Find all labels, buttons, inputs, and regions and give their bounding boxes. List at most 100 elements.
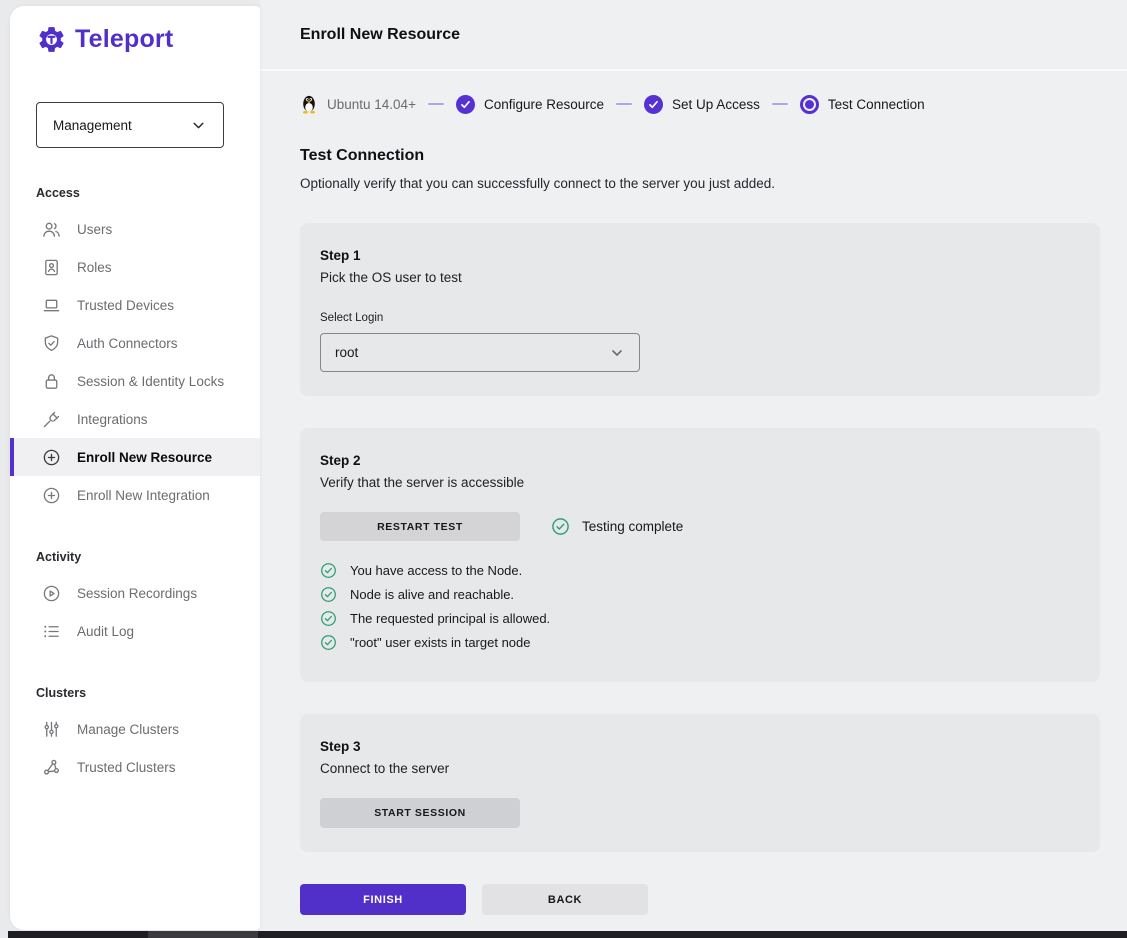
check-item: The requested principal is allowed.	[320, 610, 1080, 627]
sidebar-nav: Access Users Roles Trusted Devices	[10, 186, 260, 786]
management-select-value: Management	[53, 118, 132, 133]
plug-icon	[42, 410, 61, 429]
sidebar-item-trusted-clusters[interactable]: Trusted Clusters	[10, 748, 260, 786]
shield-check-icon	[42, 334, 61, 353]
check-item: Node is alive and reachable.	[320, 586, 1080, 603]
stepper-dash	[616, 103, 632, 105]
sidebar-item-label: Integrations	[77, 412, 148, 427]
check-item: "root" user exists in target node	[320, 634, 1080, 651]
step-done-icon	[644, 95, 663, 114]
back-button[interactable]: BACK	[482, 884, 648, 915]
step3-description: Connect to the server	[320, 761, 1080, 776]
test-status-text: Testing complete	[582, 519, 683, 534]
step1-title: Step 1	[320, 248, 1080, 263]
plus-circle-icon	[42, 448, 61, 467]
test-connection-content: Test Connection Optionally verify that y…	[260, 114, 1127, 915]
stepper-step-test: Test Connection	[828, 97, 925, 112]
sidebar-item-label: Enroll New Resource	[77, 450, 212, 465]
sidebar-item-manage-clusters[interactable]: Manage Clusters	[10, 710, 260, 748]
sidebar: Teleport Management Access Users Roles	[10, 6, 260, 930]
sidebar-item-label: Enroll New Integration	[77, 488, 210, 503]
finish-button[interactable]: FINISH	[300, 884, 466, 915]
step-current-icon	[800, 95, 819, 114]
main-panel: Enroll New Resource Ubuntu 14.04+ Con	[260, 0, 1127, 931]
sidebar-item-label: Audit Log	[77, 624, 134, 639]
start-session-button[interactable]: START SESSION	[320, 798, 520, 828]
laptop-icon	[42, 296, 61, 315]
stepper-step-access: Set Up Access	[672, 97, 760, 112]
stepper-dash	[772, 103, 788, 105]
stepper-dash	[428, 103, 444, 105]
step1-card: Step 1 Pick the OS user to test Select L…	[300, 223, 1100, 396]
restart-test-button[interactable]: RESTART TEST	[320, 512, 520, 541]
network-icon	[42, 758, 61, 777]
chevron-down-icon	[609, 345, 625, 361]
step1-description: Pick the OS user to test	[320, 270, 1080, 285]
login-select-value: root	[335, 345, 358, 360]
test-status: Testing complete	[551, 517, 683, 536]
check-circle-icon	[320, 634, 337, 651]
sidebar-item-label: Trusted Clusters	[77, 760, 176, 775]
login-select[interactable]: root	[320, 333, 640, 372]
step-done-icon	[456, 95, 475, 114]
step3-title: Step 3	[320, 739, 1080, 754]
test-checklist: You have access to the Node. Node is ali…	[320, 562, 1080, 651]
check-item-text: "root" user exists in target node	[350, 635, 531, 650]
sidebar-item-label: Users	[77, 222, 112, 237]
sidebar-item-session-identity-locks[interactable]: Session & Identity Locks	[10, 362, 260, 400]
lock-icon	[42, 372, 61, 391]
step3-card: Step 3 Connect to the server START SESSI…	[300, 714, 1100, 852]
step2-description: Verify that the server is accessible	[320, 475, 1080, 490]
sidebar-item-auth-connectors[interactable]: Auth Connectors	[10, 324, 260, 362]
list-icon	[42, 622, 61, 641]
stepper-resource-label: Ubuntu 14.04+	[327, 97, 416, 112]
stepper-step-configure: Configure Resource	[484, 97, 604, 112]
sliders-icon	[42, 720, 61, 739]
page-title: Test Connection	[300, 147, 1127, 165]
check-item: You have access to the Node.	[320, 562, 1080, 579]
teleport-gear-icon	[36, 24, 67, 55]
step2-card: Step 2 Verify that the server is accessi…	[300, 428, 1100, 682]
sidebar-item-audit-log[interactable]: Audit Log	[10, 612, 260, 650]
sidebar-item-label: Session & Identity Locks	[77, 374, 224, 389]
users-icon	[42, 220, 61, 239]
page-subtitle: Optionally verify that you can successfu…	[300, 176, 1127, 191]
play-circle-icon	[42, 584, 61, 603]
select-login-label: Select Login	[320, 312, 1080, 324]
check-circle-icon	[320, 562, 337, 579]
teleport-logo[interactable]: Teleport	[10, 6, 260, 55]
step2-title: Step 2	[320, 453, 1080, 468]
sidebar-item-label: Manage Clusters	[77, 722, 179, 737]
sidebar-item-label: Session Recordings	[77, 586, 197, 601]
sidebar-item-enroll-new-resource[interactable]: Enroll New Resource	[10, 438, 260, 476]
page-header-title: Enroll New Resource	[300, 26, 460, 44]
plus-circle-icon	[42, 486, 61, 505]
enroll-stepper: Ubuntu 14.04+ Configure Resource Set Up …	[260, 71, 1127, 114]
check-circle-icon	[551, 517, 570, 536]
check-item-text: You have access to the Node.	[350, 563, 522, 578]
check-item-text: Node is alive and reachable.	[350, 587, 514, 602]
sidebar-item-users[interactable]: Users	[10, 210, 260, 248]
sidebar-item-roles[interactable]: Roles	[10, 248, 260, 286]
footer-actions: FINISH BACK	[300, 884, 1127, 915]
window-bottom-edge	[8, 931, 1127, 938]
check-item-text: The requested principal is allowed.	[350, 611, 550, 626]
nav-section-clusters: Clusters	[10, 686, 260, 700]
main-header: Enroll New Resource	[260, 0, 1127, 71]
chevron-down-icon	[190, 117, 207, 134]
management-select[interactable]: Management	[36, 102, 224, 148]
sidebar-item-enroll-new-integration[interactable]: Enroll New Integration	[10, 476, 260, 514]
sidebar-item-label: Roles	[77, 260, 112, 275]
nav-section-access: Access	[10, 186, 260, 200]
check-circle-icon	[320, 586, 337, 603]
sidebar-item-integrations[interactable]: Integrations	[10, 400, 260, 438]
teleport-app: Teleport Management Access Users Roles	[0, 0, 1127, 938]
sidebar-item-trusted-devices[interactable]: Trusted Devices	[10, 286, 260, 324]
roles-icon	[42, 258, 61, 277]
sidebar-item-label: Auth Connectors	[77, 336, 178, 351]
brand-name: Teleport	[75, 25, 173, 54]
linux-tux-icon	[300, 94, 318, 114]
check-circle-icon	[320, 610, 337, 627]
sidebar-item-session-recordings[interactable]: Session Recordings	[10, 574, 260, 612]
sidebar-item-label: Trusted Devices	[77, 298, 174, 313]
